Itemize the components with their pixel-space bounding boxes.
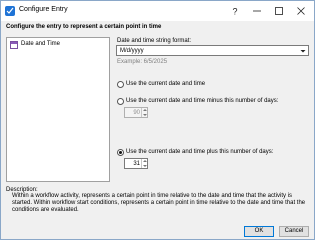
list-item-label: Date and Time [21, 41, 61, 47]
help-button[interactable]: ? [224, 1, 246, 21]
app-icon [5, 6, 15, 16]
ok-button[interactable]: OK [244, 226, 274, 237]
stepper-down-icon[interactable] [143, 114, 147, 116]
title-bar: Configure Entry ? [1, 1, 314, 21]
minus-days-stepper[interactable]: 90 [124, 107, 148, 118]
stepper-arrows[interactable] [141, 159, 147, 168]
maximize-icon [275, 7, 283, 15]
format-example: Example: 6/5/2025 [117, 59, 168, 65]
entry-type-list: Date and Time [6, 37, 110, 182]
format-value: M/d/yyyy [120, 48, 144, 54]
dialog-heading: Configure the entry to represent a certa… [6, 24, 162, 30]
description-text: Within a workflow activity, represents a… [12, 193, 306, 213]
radio-current-date[interactable] [117, 81, 124, 88]
plus-days-value: 31 [133, 161, 140, 167]
configure-entry-dialog: Configure Entry ? Configure the entry to… [0, 0, 315, 240]
radio-minus-days[interactable] [117, 98, 124, 105]
radio-current-date-label: Use the current date and time [126, 81, 206, 87]
radio-minus-days-label: Use the current date and time minus this… [126, 98, 279, 104]
close-button[interactable] [290, 1, 312, 21]
maximize-button[interactable] [268, 1, 290, 21]
plus-days-stepper[interactable]: 31 [124, 158, 148, 169]
close-icon [297, 7, 305, 15]
cancel-button[interactable]: Cancel [279, 226, 309, 237]
chevron-down-icon[interactable] [299, 47, 307, 55]
stepper-up-icon[interactable] [143, 160, 147, 162]
svg-text:?: ? [233, 7, 238, 17]
calendar-icon [10, 41, 18, 49]
stepper-arrows[interactable] [141, 108, 147, 117]
radio-plus-days-label: Use the current date and time plus this … [126, 149, 274, 155]
help-icon: ? [233, 7, 238, 17]
radio-plus-days[interactable] [117, 149, 124, 156]
stepper-up-icon[interactable] [143, 109, 147, 111]
format-combobox[interactable]: M/d/yyyy [116, 45, 309, 56]
window-title: Configure Entry [19, 6, 68, 13]
format-label: Date and time string format: [117, 38, 192, 44]
stepper-down-icon[interactable] [143, 165, 147, 167]
minus-days-value: 90 [133, 110, 140, 116]
minimize-icon [253, 10, 261, 12]
minimize-button[interactable] [246, 1, 268, 21]
list-item-date-and-time[interactable]: Date and Time [8, 40, 108, 50]
